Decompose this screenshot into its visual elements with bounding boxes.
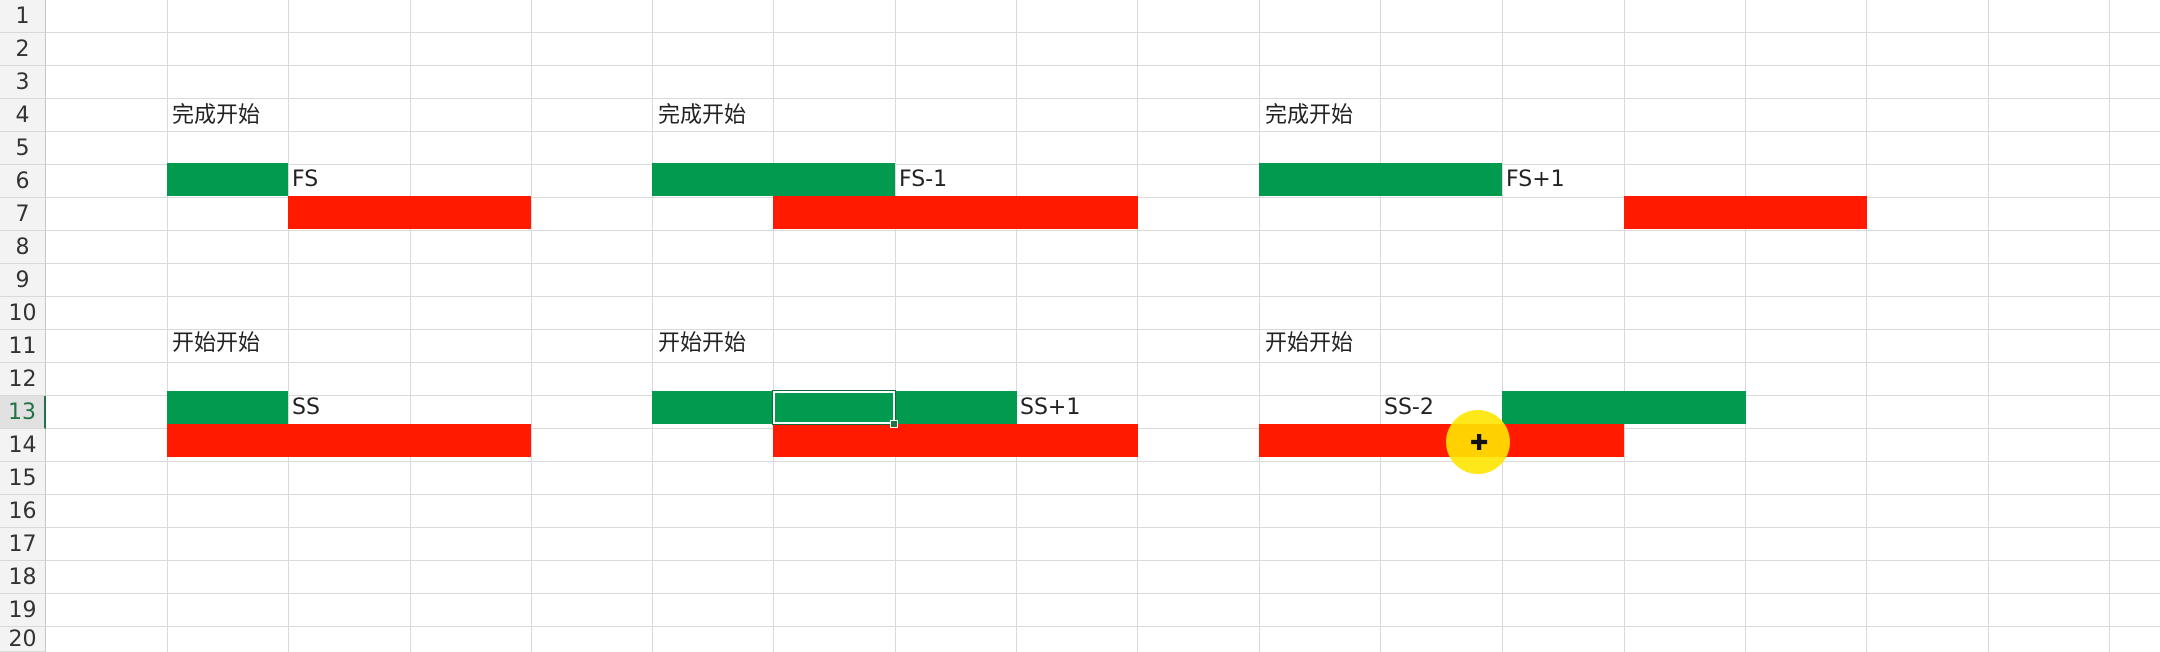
row-header-10[interactable]: 10	[0, 297, 46, 330]
title-ss-right[interactable]: 开始开始	[1265, 327, 1353, 360]
grid-row-line	[46, 263, 2160, 264]
grid-row-line	[46, 32, 2160, 33]
row-header-18[interactable]: 18	[0, 561, 46, 594]
grid-row-line	[46, 494, 2160, 495]
grid-row-line	[46, 296, 2160, 297]
row-header-14[interactable]: 14	[0, 429, 46, 462]
predecessor-bar-fs-minus-1[interactable]	[652, 163, 895, 196]
successor-bar-fs-plus-1[interactable]	[1624, 196, 1867, 229]
cell-select-cross-icon: ✚	[1470, 431, 1489, 456]
label-fs-plus-1[interactable]: FS+1	[1506, 163, 1565, 196]
row-header-9[interactable]: 9	[0, 264, 46, 297]
row-header-8[interactable]: 8	[0, 231, 46, 264]
fill-handle[interactable]	[890, 420, 898, 428]
successor-bar-ss-minus-2[interactable]	[1259, 424, 1624, 457]
spreadsheet-grid[interactable]: 1 2 3 4 5 6 7 8 9 10 11 12 13 14 15 16 1…	[0, 0, 2160, 652]
grid-row-line	[46, 329, 2160, 330]
title-fs-left[interactable]: 完成开始	[172, 99, 260, 132]
title-ss-mid[interactable]: 开始开始	[658, 327, 746, 360]
label-ss-plus-1[interactable]: SS+1	[1020, 391, 1080, 424]
title-fs-right[interactable]: 完成开始	[1265, 99, 1353, 132]
successor-bar-ss[interactable]	[167, 424, 531, 457]
row-header-19[interactable]: 19	[0, 594, 46, 627]
label-ss[interactable]: SS	[292, 391, 320, 424]
row-header-17[interactable]: 17	[0, 528, 46, 561]
grid-row-line	[46, 593, 2160, 594]
grid-row-line	[46, 65, 2160, 66]
grid-row-line	[46, 527, 2160, 528]
predecessor-bar-ss-minus-2[interactable]	[1502, 391, 1746, 424]
row-header-11[interactable]: 11	[0, 330, 46, 363]
row-header-7[interactable]: 7	[0, 198, 46, 231]
grid-row-line	[46, 626, 2160, 627]
row-header-13[interactable]: 13	[0, 396, 46, 429]
row-header-15[interactable]: 15	[0, 462, 46, 495]
title-ss-left[interactable]: 开始开始	[172, 327, 260, 360]
grid-row-line	[46, 230, 2160, 231]
grid-row-line	[46, 395, 2160, 396]
grid-row-line	[46, 164, 2160, 165]
row-header-1[interactable]: 1	[0, 0, 46, 33]
row-header-20[interactable]: 20	[0, 627, 46, 652]
row-header-16[interactable]: 16	[0, 495, 46, 528]
row-header-3[interactable]: 3	[0, 66, 46, 99]
label-fs[interactable]: FS	[292, 163, 318, 196]
grid-row-line	[46, 362, 2160, 363]
label-fs-minus-1[interactable]: FS-1	[899, 163, 947, 196]
grid-row-line	[46, 98, 2160, 99]
grid-row-line	[46, 461, 2160, 462]
grid-row-line	[46, 131, 2160, 132]
title-fs-mid[interactable]: 完成开始	[658, 99, 746, 132]
grid-row-line	[46, 560, 2160, 561]
row-header-6[interactable]: 6	[0, 165, 46, 198]
successor-bar-ss-plus-1[interactable]	[773, 424, 1138, 457]
row-header-5[interactable]: 5	[0, 132, 46, 165]
label-ss-minus-2[interactable]: SS-2	[1384, 391, 1434, 424]
predecessor-bar-fs-plus-1[interactable]	[1259, 163, 1502, 196]
successor-bar-fs-minus-1[interactable]	[773, 196, 1138, 229]
row-header-4[interactable]: 4	[0, 99, 46, 132]
row-header-2[interactable]: 2	[0, 33, 46, 66]
predecessor-bar-fs[interactable]	[167, 163, 288, 196]
row-header-12[interactable]: 12	[0, 363, 46, 396]
predecessor-bar-ss[interactable]	[167, 391, 288, 424]
successor-bar-fs[interactable]	[288, 196, 531, 229]
selected-cell[interactable]	[772, 390, 896, 425]
